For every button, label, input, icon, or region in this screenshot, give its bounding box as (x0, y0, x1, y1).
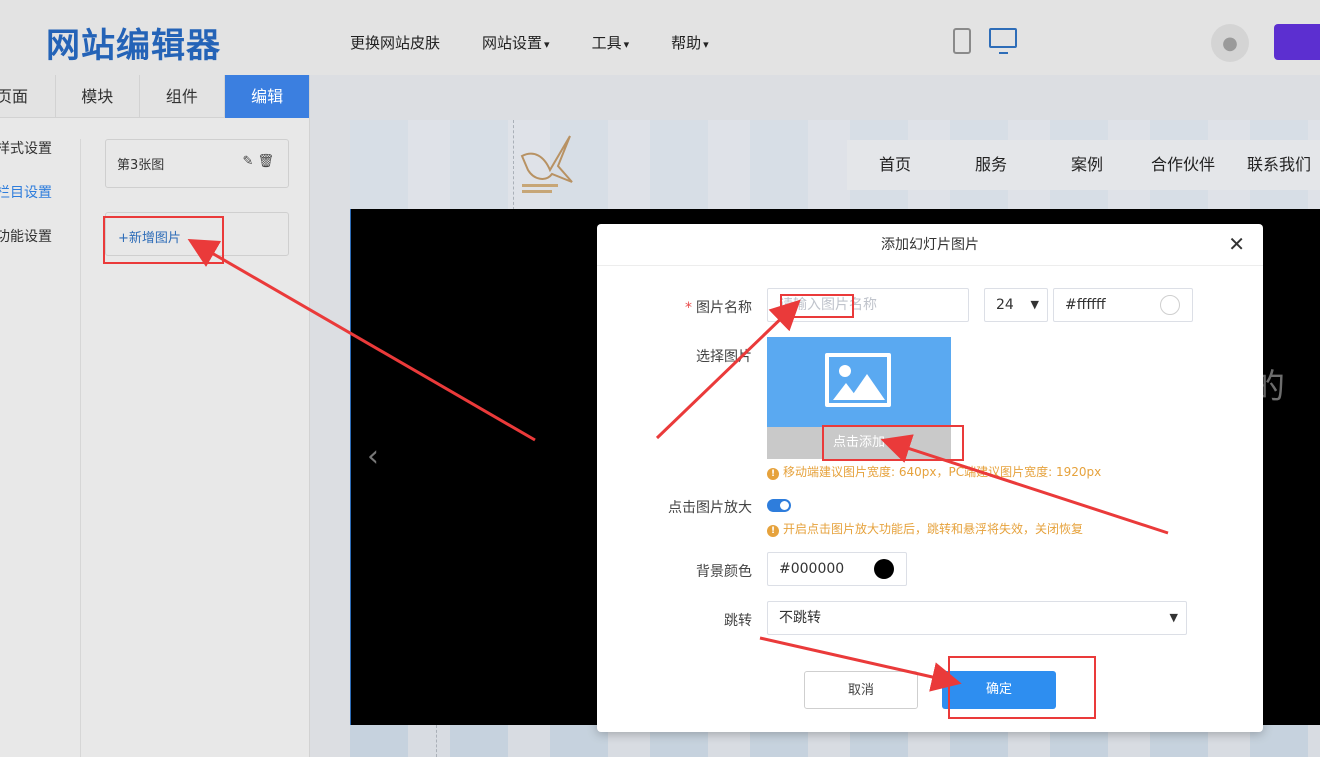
image-list-item[interactable]: 第3张图 ✎ 🗑 (105, 139, 289, 188)
text-color-input[interactable]: #ffffff (1053, 288, 1193, 322)
font-size-select[interactable]: 24 ▼ (984, 288, 1048, 322)
site-header: 首页 服务 案例 合作伙伴 联系我们 (350, 120, 1320, 210)
menu-style-settings[interactable]: 样式设置 (0, 139, 52, 183)
settings-menu: 样式设置 栏目设置 功能设置 (0, 139, 52, 271)
warning-icon: ! (767, 525, 779, 537)
jump-label: 跳转 (724, 613, 752, 629)
cancel-button[interactable]: 取消 (804, 671, 918, 709)
tab-edit[interactable]: 编辑 (225, 75, 309, 118)
guide-line-bottom (436, 725, 437, 757)
site-nav-service[interactable]: 服务 (943, 140, 1039, 190)
nav-help[interactable]: 帮助 (671, 32, 709, 53)
jump-select[interactable]: 不跳转 ▼ (767, 601, 1187, 635)
tab-pages[interactable]: 页面 (0, 75, 56, 118)
zoom-toggle[interactable] (767, 499, 791, 512)
site-nav-home[interactable]: 首页 (847, 140, 943, 190)
desktop-view-icon[interactable] (989, 28, 1017, 54)
edit-icon[interactable]: ✎ (242, 154, 253, 169)
site-nav-contact[interactable]: 联系我们 (1231, 140, 1320, 190)
zoom-hint: ! 开启点击图片放大功能后，跳转和悬浮将失效，关闭恢复 (767, 520, 1083, 537)
required-mark: * (685, 300, 692, 316)
app-logo: 网站编辑器 (46, 26, 221, 66)
chevron-left-icon[interactable]: ‹ (367, 439, 379, 474)
bg-color-label: 背景颜色 (696, 564, 752, 580)
nav-tools[interactable]: 工具 (592, 32, 630, 53)
top-header: 网站编辑器 更换网站皮肤 网站设置 工具 帮助 ● (0, 0, 1320, 75)
preview-button[interactable]: ● (1211, 24, 1249, 62)
dialog-title: 添加幻灯片图片 (597, 224, 1263, 266)
publish-button[interactable] (1274, 24, 1320, 60)
image-placeholder-icon (825, 353, 891, 407)
tab-modules[interactable]: 模块 (56, 75, 140, 118)
mobile-view-icon[interactable] (953, 28, 971, 54)
panel-divider (80, 139, 81, 757)
nav-change-skin[interactable]: 更换网站皮肤 (350, 32, 440, 53)
add-slide-dialog: 添加幻灯片图片 ✕ *图片名称 24 ▼ #ffffff 选择图片 点击添加 !… (597, 224, 1263, 732)
site-nav: 首页 服务 案例 合作伙伴 联系我们 (847, 140, 1320, 190)
top-nav: 更换网站皮肤 网站设置 工具 帮助 (350, 32, 751, 53)
panel-tabs: 页面 模块 组件 编辑 (0, 75, 309, 118)
menu-function-settings[interactable]: 功能设置 (0, 227, 52, 271)
chevron-down-icon: ▼ (1030, 298, 1039, 311)
menu-column-settings[interactable]: 栏目设置 (0, 183, 52, 227)
left-panel: 页面 模块 组件 编辑 样式设置 栏目设置 功能设置 第3张图 ✎ 🗑 +新增图… (0, 75, 310, 757)
nav-site-settings[interactable]: 网站设置 (482, 32, 550, 53)
image-item-label: 第3张图 (117, 158, 165, 173)
guide-line (513, 120, 514, 210)
bird-logo (520, 135, 573, 193)
bg-color-swatch[interactable] (874, 559, 894, 579)
zoom-label: 点击图片放大 (668, 500, 752, 516)
bg-color-input[interactable]: #000000 (767, 552, 907, 586)
annotation-box-add-image (103, 216, 224, 264)
close-icon[interactable]: ✕ (1228, 234, 1245, 254)
annotation-box-confirm (948, 656, 1096, 719)
text-color-swatch[interactable] (1160, 295, 1180, 315)
chevron-down-icon: ▼ (1169, 611, 1178, 624)
name-label: * 图片名称 (685, 300, 752, 316)
trash-icon[interactable]: 🗑 (257, 154, 274, 169)
tab-components[interactable]: 组件 (140, 75, 226, 118)
image-label: 选择图片 (696, 349, 752, 365)
eye-icon: ● (1222, 32, 1238, 54)
site-nav-partners[interactable]: 合作伙伴 (1135, 140, 1231, 190)
warning-icon: ! (767, 468, 779, 480)
site-nav-cases[interactable]: 案例 (1039, 140, 1135, 190)
annotation-box-upload (822, 425, 964, 461)
image-size-hint: ! 移动端建议图片宽度: 640px，PC端建议图片宽度: 1920px (767, 463, 1101, 480)
annotation-box-name (780, 294, 854, 318)
